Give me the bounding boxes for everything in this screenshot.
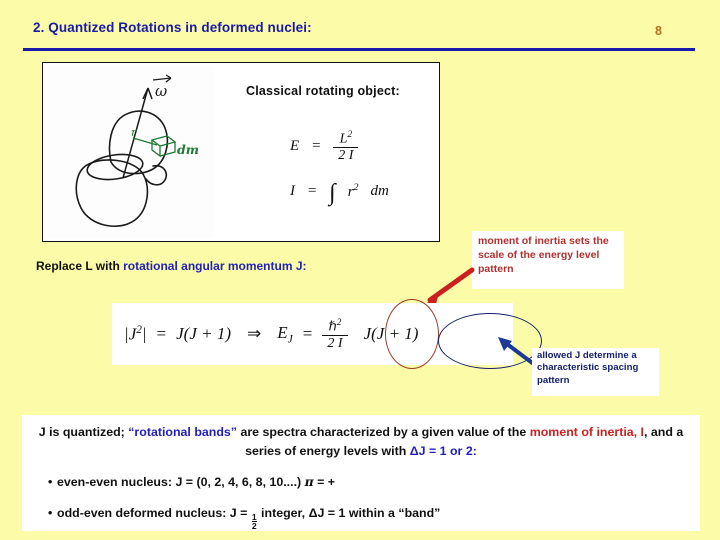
header-divider (23, 48, 695, 51)
eq-inertia-r: r2 (347, 182, 359, 200)
bullet-even-even-text-a: even-even nucleus: J = (0, 2, 4, 6, 8, 1… (57, 475, 305, 490)
main-equation: |J2| = J(J + 1) ⇒ EJ = ℏ2 2 I J(J + 1) (124, 317, 418, 351)
bullet-marker: • (48, 506, 53, 521)
bullet-odd-even: • odd-even deformed nucleus: J = 12 integ… (48, 506, 690, 532)
pi-symbol: π (304, 474, 314, 490)
eq-equals-2: = (302, 324, 313, 344)
eq-inertia-dm: dm (370, 183, 389, 199)
bullet-odd-even-text-b: integer, ΔJ = 1 within a “band” (257, 506, 441, 521)
integral-sign: ∫ (329, 180, 336, 207)
eq-hbar-fraction: ℏ2 2 I (322, 317, 348, 351)
rotating-body-sketch: ω r dm (47, 66, 215, 238)
summary-moment-of-inertia: moment of inertia, I (529, 425, 644, 439)
mass-element-cube: r (131, 126, 177, 158)
summary-rotational-bands: “rotational bands” (128, 425, 238, 439)
eq-jj1-left: J(J + 1) (176, 324, 232, 344)
bullet-even-even-text-b: = + (313, 475, 336, 490)
summary-line1-a: J is quantized; (38, 425, 129, 439)
eq-energy-denominator: 2 I (333, 146, 359, 163)
red-ellipse-highlight (385, 299, 439, 369)
eq-energy-equals: = (311, 137, 322, 154)
eq-inertia-equals: = (307, 183, 318, 199)
equation-classical-energy: E = L2 2 I (290, 129, 359, 163)
replace-black-part: Replace L with (36, 259, 124, 273)
eq-energy-lhs: E (290, 137, 300, 154)
page-title: 2. Quantized Rotations in deformed nucle… (33, 20, 312, 35)
eq-energy-fraction: L2 2 I (333, 129, 359, 163)
summary-delta-j: ΔJ = 1 or 2: (409, 443, 477, 458)
bullet-even-even: • even-even nucleus: J = (0, 2, 4, 6, 8, … (48, 474, 690, 489)
callout-allowed-j: allowed J determine a characteristic spa… (532, 348, 659, 396)
eq-energy-numerator: L2 (339, 129, 353, 147)
summary-box: J is quantized; “rotational bands” are s… (22, 415, 700, 531)
eq-hbar-denominator: 2 I (322, 334, 348, 351)
half-fraction: 12 (251, 512, 257, 532)
bullet-odd-even-text-a: odd-even deformed nucleus: J = (57, 506, 251, 521)
eq-ej: EJ (277, 323, 293, 346)
equation-moment-of-inertia: I = ∫ r2 dm (290, 180, 389, 207)
omega-label: ω (152, 74, 172, 100)
slide-canvas: 2. Quantized Rotations in deformed nucle… (0, 0, 720, 540)
eq-equals-1: = (156, 324, 167, 344)
classical-rotating-object-caption: Classical rotating object: (246, 84, 400, 98)
summary-paragraph: J is quantized; “rotational bands” are s… (32, 423, 690, 460)
bullet-marker: • (48, 475, 53, 490)
dm-label: dm (177, 142, 199, 157)
svg-text:r: r (131, 126, 137, 139)
callout-moment-of-inertia: moment of inertia sets the scale of the … (472, 231, 624, 289)
eq-inertia-lhs: I (290, 183, 295, 199)
page-number: 8 (655, 24, 662, 38)
svg-text:ω: ω (155, 82, 167, 100)
implies-symbol: ⇒ (247, 324, 262, 344)
eq-hbar-numerator: ℏ2 (328, 317, 342, 335)
replace-blue-part: rotational angular momentum J: (123, 259, 307, 273)
eq-j2-magnitude: |J2| (124, 324, 147, 344)
summary-line1-b: are spectra characterized by a given val… (237, 425, 527, 439)
replace-l-with-j-line: Replace L with rotational angular moment… (36, 259, 307, 273)
